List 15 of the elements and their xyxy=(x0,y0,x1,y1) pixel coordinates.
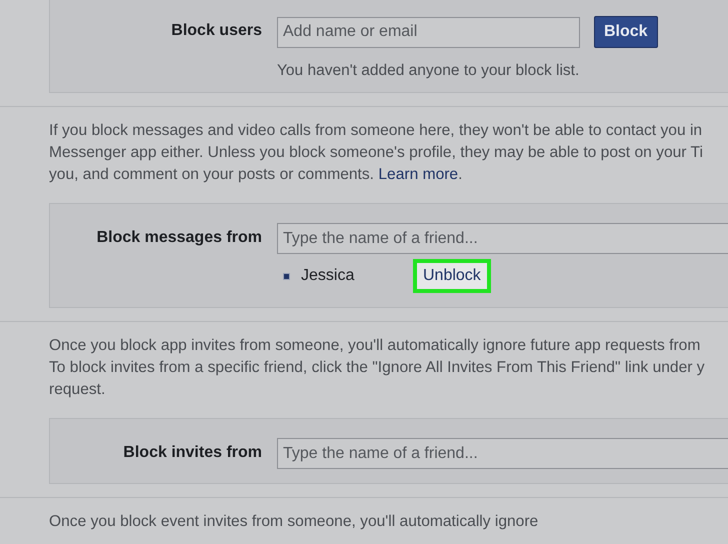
input-field[interactable]: Type the name of a friend... xyxy=(277,223,728,254)
input-field[interactable]: Type the name of a friend... xyxy=(277,438,728,469)
description-text: If you block messages and video calls from someone here, they won't be able to contact you in Messenger app either. Unless you block someone's profile, they may be able to post on your Ti you, and comment on your posts or comments. Learn more. xyxy=(49,121,704,185)
description-text: Once you block event invites from someone, you'll automatically ignore xyxy=(49,512,540,532)
unblock-link[interactable]: Unblock xyxy=(413,259,491,293)
input-field[interactable]: Add name or email xyxy=(277,16,580,48)
block-button[interactable]: Block xyxy=(594,16,658,48)
field-label: Block users xyxy=(170,21,262,40)
field-label: Block invites from xyxy=(122,443,262,462)
learn-more-link[interactable]: Learn more xyxy=(378,166,458,183)
description-text: Once you block app invites from someone, you'll automatically ignore future app requests from To block invites from a specific friend, click the "Ignore All Invites From This Friend" link under y request. xyxy=(49,336,706,400)
field-label: Block messages from xyxy=(96,228,262,247)
status-text: You haven't added anyone to your block list. xyxy=(277,62,580,80)
user-name: Jessica xyxy=(301,267,356,285)
bullet-icon xyxy=(283,272,290,280)
